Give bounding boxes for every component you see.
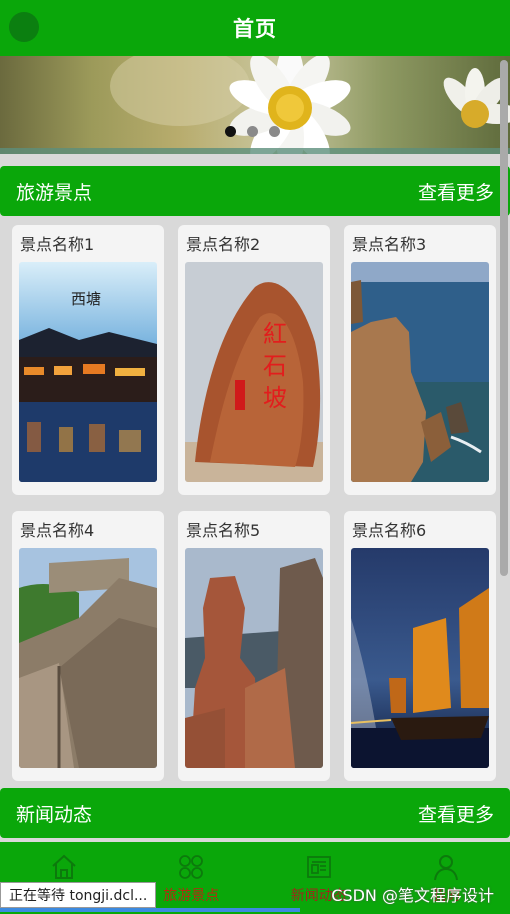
attraction-image-sea-cliff[interactable] xyxy=(351,262,489,482)
header-bar: 首页 xyxy=(0,0,510,56)
banner-carousel[interactable] xyxy=(0,56,510,154)
attraction-card-5[interactable]: 景点名称5 xyxy=(178,511,330,781)
attraction-image-great-wall[interactable] xyxy=(19,548,157,768)
attraction-card-2[interactable]: 景点名称2 紅 石 坡 xyxy=(178,225,330,495)
daisy-photo xyxy=(110,56,510,154)
news-section-bar: 新闻动态 查看更多 xyxy=(0,788,510,838)
carousel-dots xyxy=(225,126,280,137)
attractions-grid: 景点名称1 西塘 景点名称2 紅 石 坡 景点名称3 景点名称4 景点名称5 景… xyxy=(12,225,496,781)
news-icon xyxy=(269,852,369,882)
home-icon xyxy=(14,852,114,882)
attraction-name: 景点名称1 xyxy=(20,235,95,254)
svg-text:坡: 坡 xyxy=(263,384,287,412)
carousel-dot-1[interactable] xyxy=(225,126,236,137)
attraction-name: 景点名称6 xyxy=(352,521,427,540)
attraction-card-3[interactable]: 景点名称3 xyxy=(344,225,496,495)
attraction-image-xitang[interactable]: 西塘 xyxy=(19,262,157,482)
news-more-link[interactable]: 查看更多 xyxy=(418,800,494,827)
news-title: 新闻动态 xyxy=(16,803,93,826)
attraction-name: 景点名称2 xyxy=(186,235,261,254)
browser-status-text: 正在等待 tongji.dcl... xyxy=(0,882,157,908)
attraction-name: 景点名称5 xyxy=(186,521,261,540)
attraction-card-6[interactable]: 景点名称6 xyxy=(344,511,496,781)
avatar[interactable] xyxy=(9,12,39,42)
attraction-card-4[interactable]: 景点名称4 xyxy=(12,511,164,781)
attraction-image-rock-pillars[interactable] xyxy=(185,548,323,768)
watermark: CSDN @笔文程序设计 xyxy=(331,886,494,905)
svg-text:西塘: 西塘 xyxy=(71,290,101,308)
attraction-card-1[interactable]: 景点名称1 西塘 xyxy=(12,225,164,495)
user-icon xyxy=(396,852,496,882)
app-page: 首页 旅游景点 查看更多 景点名称1 西塘 景点名称2 紅 石 坡 景点名称3 … xyxy=(0,0,510,914)
svg-text:石: 石 xyxy=(263,352,287,380)
attraction-image-sailing-ship[interactable] xyxy=(351,548,489,768)
attractions-more-link[interactable]: 查看更多 xyxy=(418,178,494,205)
page-title: 首页 xyxy=(233,17,277,41)
grid-icon xyxy=(141,852,241,882)
attraction-name: 景点名称3 xyxy=(352,235,427,254)
banner-strip xyxy=(0,148,510,154)
attractions-section-bar: 旅游景点 查看更多 xyxy=(0,166,510,216)
carousel-dot-3[interactable] xyxy=(269,126,280,137)
loading-progress-bar xyxy=(0,908,300,912)
attraction-image-red-rock[interactable]: 紅 石 坡 xyxy=(185,262,323,482)
svg-text:紅: 紅 xyxy=(263,320,287,348)
attractions-title: 旅游景点 xyxy=(16,181,93,204)
attraction-name: 景点名称4 xyxy=(20,521,95,540)
scrollbar[interactable] xyxy=(500,60,508,576)
carousel-dot-2[interactable] xyxy=(247,126,258,137)
